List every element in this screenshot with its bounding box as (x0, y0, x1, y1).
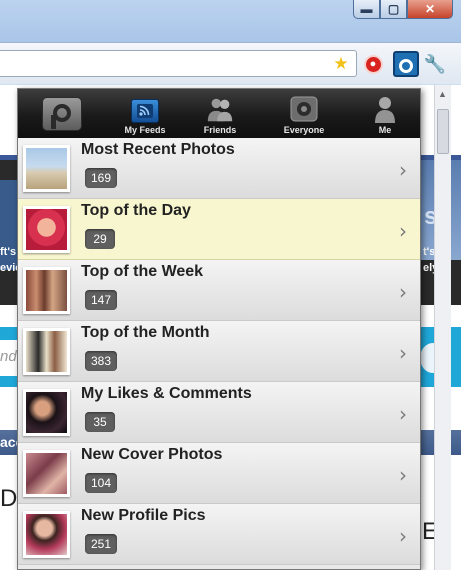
feed-thumbnail (23, 450, 70, 497)
stop-icon[interactable]: ● (362, 53, 384, 75)
address-bar[interactable] (0, 50, 357, 77)
bg-nav-text: ace (0, 434, 18, 450)
feed-item-top-of-the-month[interactable]: Top of the Month 383 › (18, 321, 420, 382)
person-icon (370, 95, 400, 123)
popup-nav-bar: My Feeds Friends Everyone Me (18, 89, 420, 138)
feed-item-top-of-the-week[interactable]: Top of the Week 147 › (18, 260, 420, 321)
feed-thumbnail (23, 206, 70, 253)
minimize-button[interactable]: ▬ (353, 0, 380, 19)
feed-item-top-of-the-day[interactable]: Top of the Day 29 › (18, 199, 420, 260)
tab-everyone[interactable]: Everyone (273, 89, 335, 138)
feed-count-badge: 147 (85, 290, 118, 310)
feed-title: Top of the Day (81, 202, 191, 219)
bg-text-right-big: E (422, 518, 434, 545)
popup-extension-icon[interactable] (393, 51, 419, 77)
feed-title: New Profile Pics (81, 507, 206, 524)
chevron-right-icon: › (399, 524, 407, 548)
tab-label: Friends (203, 125, 237, 135)
tab-friends[interactable]: Friends (189, 89, 251, 138)
feed-item-my-likes-comments[interactable]: My Likes & Comments 35 › (18, 382, 420, 443)
wrench-icon[interactable]: 🔧 (424, 53, 446, 75)
feed-thumbnail (23, 145, 70, 192)
window-titlebar: ▬ ▢ ✕ (0, 0, 461, 42)
browser-toolbar: ★ ● 🔧 (0, 42, 461, 84)
scrollbar-thumb[interactable] (437, 109, 449, 154)
app-logo-icon[interactable] (42, 97, 82, 131)
maximize-button[interactable]: ▢ (380, 0, 407, 19)
bg-text-left-big: DO (0, 485, 18, 512)
feed-item-new-profile-pics[interactable]: New Profile Pics 251 › (18, 504, 420, 565)
bg-ad-text-left-2: evic (0, 262, 18, 274)
chevron-right-icon: › (399, 219, 407, 243)
bg-ad-text-left-1: ft's (0, 246, 17, 258)
feed-item-most-recent-photos[interactable]: Most Recent Photos 169 › (18, 138, 420, 199)
feed-count-badge: 104 (85, 473, 118, 493)
feed-title: Top of the Week (81, 263, 204, 280)
feed-title: Top of the Month (81, 324, 210, 341)
feed-count-badge: 35 (85, 412, 115, 432)
chevron-right-icon: › (399, 280, 407, 304)
feed-thumbnail (23, 267, 70, 314)
feed-title: New Cover Photos (81, 446, 223, 463)
page-scrollbar[interactable]: ▲ (434, 85, 451, 570)
window-controls: ▬ ▢ ✕ (353, 0, 453, 19)
tab-label: My Feeds (124, 125, 166, 135)
feed-count-badge: 251 (85, 534, 118, 554)
feed-item-new-cover-photos[interactable]: New Cover Photos 104 › (18, 443, 420, 504)
feed-title: My Likes & Comments (81, 385, 252, 402)
tab-label: Me (378, 125, 392, 135)
tab-label: Everyone (283, 125, 325, 135)
feed-count-badge: 29 (85, 229, 115, 249)
feed-count-badge: 383 (85, 351, 118, 371)
bg-search-input: nd (0, 340, 18, 376)
feed-thumbnail (23, 328, 70, 375)
feed-list: Most Recent Photos 169 › Top of the Day … (18, 138, 420, 565)
chevron-right-icon: › (399, 402, 407, 426)
chevron-right-icon: › (399, 158, 407, 182)
friends-icon (205, 95, 235, 123)
chevron-right-icon: › (399, 341, 407, 365)
tab-me[interactable]: Me (354, 89, 416, 138)
extension-popup: My Feeds Friends Everyone Me Most Recent… (17, 88, 421, 570)
feed-title: Most Recent Photos (81, 141, 235, 158)
everyone-icon (289, 95, 319, 123)
scroll-up-arrow-icon[interactable]: ▲ (438, 89, 447, 99)
tab-my-feeds[interactable]: My Feeds (114, 89, 176, 138)
star-icon[interactable]: ★ (330, 53, 352, 75)
feed-thumbnail (23, 389, 70, 436)
close-button[interactable]: ✕ (407, 0, 453, 19)
feed-count-badge: 169 (85, 168, 118, 188)
rss-feed-icon (131, 99, 159, 123)
chevron-right-icon: › (399, 463, 407, 487)
feed-thumbnail (23, 511, 70, 558)
